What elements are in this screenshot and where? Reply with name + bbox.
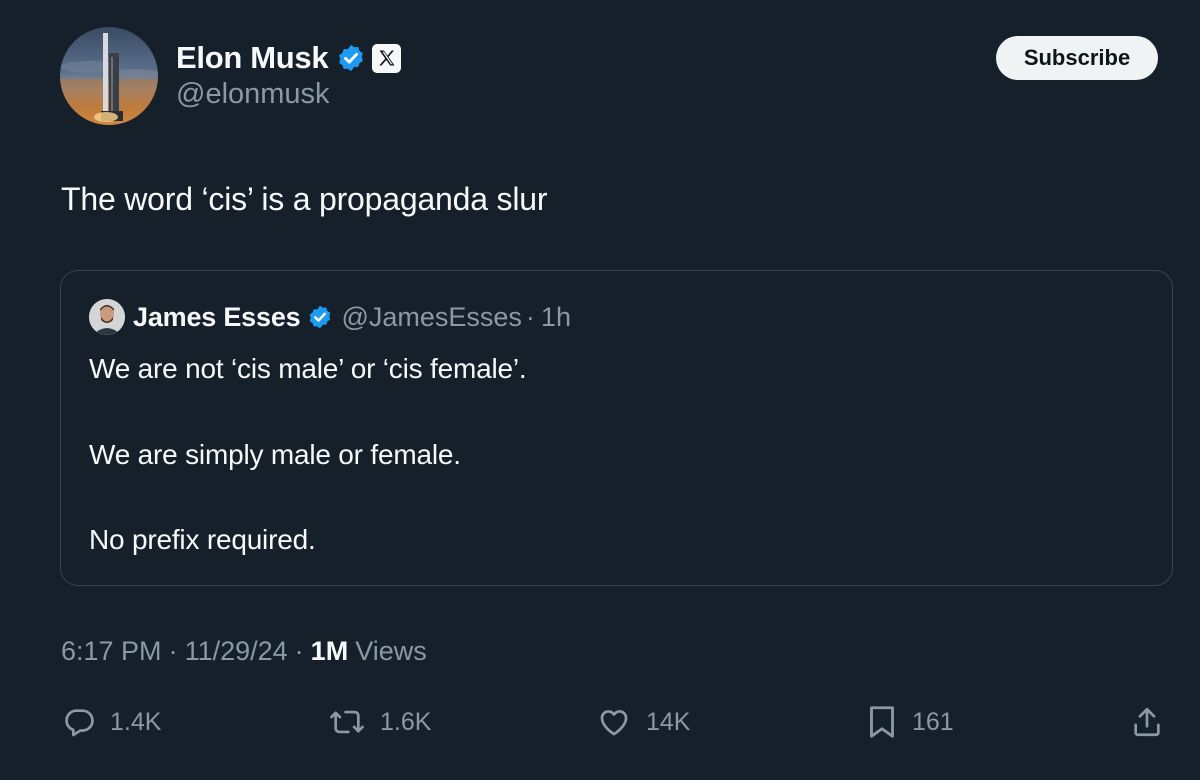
quoted-tweet[interactable]: James Esses @JamesEsses · 1h We are not … — [60, 270, 1173, 586]
quoted-tweet-time[interactable]: 1h — [541, 302, 571, 333]
tweet-detail: Elon Musk @elonmusk Subscribe The word ‘… — [0, 0, 1200, 780]
like-button[interactable]: 14K — [596, 702, 690, 742]
like-count: 14K — [646, 707, 691, 736]
views-label: Views — [355, 636, 427, 666]
bookmark-button[interactable]: 161 — [866, 702, 954, 742]
repost-icon — [330, 710, 364, 734]
quoted-author-name[interactable]: James Esses — [133, 302, 301, 333]
quoted-tweet-line: We are simply male or female. — [89, 439, 461, 470]
quoted-author-avatar[interactable] — [89, 299, 125, 335]
reply-count: 1.4K — [110, 707, 162, 736]
x-logo-icon[interactable] — [372, 43, 402, 73]
tweet-time[interactable]: 6:17 PM — [61, 636, 162, 667]
repost-count: 1.6K — [380, 707, 432, 736]
reply-button[interactable]: 1.4K — [62, 702, 161, 742]
verified-badge-icon[interactable] — [307, 304, 333, 330]
separator-dot: · — [168, 636, 178, 666]
repost-button[interactable]: 1.6K — [328, 702, 431, 742]
views-count: 1M — [310, 636, 349, 666]
quoted-author-handle[interactable]: @JamesEsses — [341, 302, 521, 333]
bookmark-count: 161 — [912, 707, 954, 736]
subscribe-button[interactable]: Subscribe — [996, 36, 1158, 80]
author-handle[interactable]: @elonmusk — [176, 78, 330, 111]
rocket-launch-image — [60, 33, 158, 125]
reply-icon — [65, 709, 94, 737]
author-name-row: Elon Musk — [176, 38, 402, 78]
author-display-name[interactable]: Elon Musk — [176, 40, 329, 76]
share-icon — [1134, 707, 1160, 737]
tweet-date[interactable]: 11/29/24 — [185, 636, 288, 667]
verified-badge-icon[interactable] — [336, 43, 366, 73]
tweet-meta: 6:17 PM · 11/29/24 · 1M Views — [61, 636, 427, 667]
separator-dot: · — [294, 636, 304, 666]
quoted-tweet-line: No prefix required. — [89, 524, 316, 555]
author-avatar[interactable] — [60, 27, 158, 125]
heart-icon — [600, 710, 628, 736]
bookmark-icon — [870, 706, 894, 738]
tweet-text: The word ‘cis’ is a propaganda slur — [61, 181, 548, 217]
quoted-tweet-line: We are not ‘cis male’ or ‘cis female’. — [89, 353, 527, 384]
share-button[interactable] — [1130, 702, 1164, 742]
separator-dot: · — [525, 301, 535, 332]
quoted-tweet-header: James Esses @JamesEsses · 1h — [133, 299, 571, 335]
